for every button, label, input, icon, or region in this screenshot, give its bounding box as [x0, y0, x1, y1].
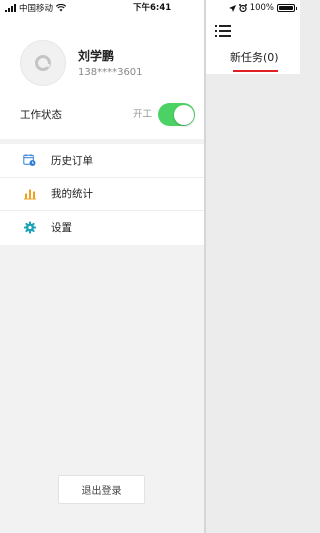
avatar[interactable]: [20, 40, 66, 86]
user-name: 刘学鹏: [78, 49, 115, 63]
avatar-placeholder-icon: [35, 55, 51, 71]
work-status-value: 开工: [133, 109, 153, 120]
menu-label-history-orders: 历史订单: [51, 154, 93, 167]
battery-percent: 100%: [249, 3, 274, 13]
logout-button[interactable]: 退出登录: [58, 475, 145, 504]
menu-item-my-stats[interactable]: 我的统计: [0, 178, 204, 211]
signal-icon: [5, 4, 16, 12]
list-menu-icon[interactable]: [215, 24, 231, 38]
drawer-menu: 历史订单 我的统计 设置: [0, 144, 204, 245]
status-time: 下午6:41: [133, 3, 172, 13]
carrier-label: 中国移动: [19, 4, 54, 14]
work-status-label: 工作状态: [20, 109, 62, 121]
side-drawer: 中国移动 下午6:41 刘学鹏 138****3601 工作状态 开工 历史订单…: [0, 0, 204, 533]
wifi-icon: [56, 4, 67, 12]
main-content: 100% 新任务(0): [206, 0, 300, 533]
main-header: 100% 新任务(0): [206, 0, 300, 74]
menu-label-my-stats: 我的统计: [51, 188, 93, 201]
active-tab-indicator: [233, 70, 278, 72]
location-arrow-icon: [228, 4, 236, 12]
drawer-header: 中国移动 下午6:41 刘学鹏 138****3601 工作状态 开工: [0, 0, 204, 139]
user-phone: 138****3601: [78, 67, 143, 78]
menu-item-settings[interactable]: 设置: [0, 211, 204, 245]
menu-item-history-orders[interactable]: 历史订单: [0, 144, 204, 178]
bar-chart-icon: [23, 187, 36, 200]
alarm-icon: [238, 4, 247, 12]
gear-icon: [23, 221, 36, 234]
tab-new-tasks[interactable]: 新任务(0): [230, 49, 279, 67]
calendar-clock-icon: [23, 154, 36, 167]
toggle-knob: [173, 104, 194, 125]
work-status-toggle[interactable]: [158, 103, 195, 126]
status-bar-right: 100%: [228, 2, 297, 14]
status-bar-left: 中国移动: [5, 2, 67, 14]
menu-label-settings: 设置: [51, 222, 72, 235]
battery-icon: [277, 4, 297, 12]
